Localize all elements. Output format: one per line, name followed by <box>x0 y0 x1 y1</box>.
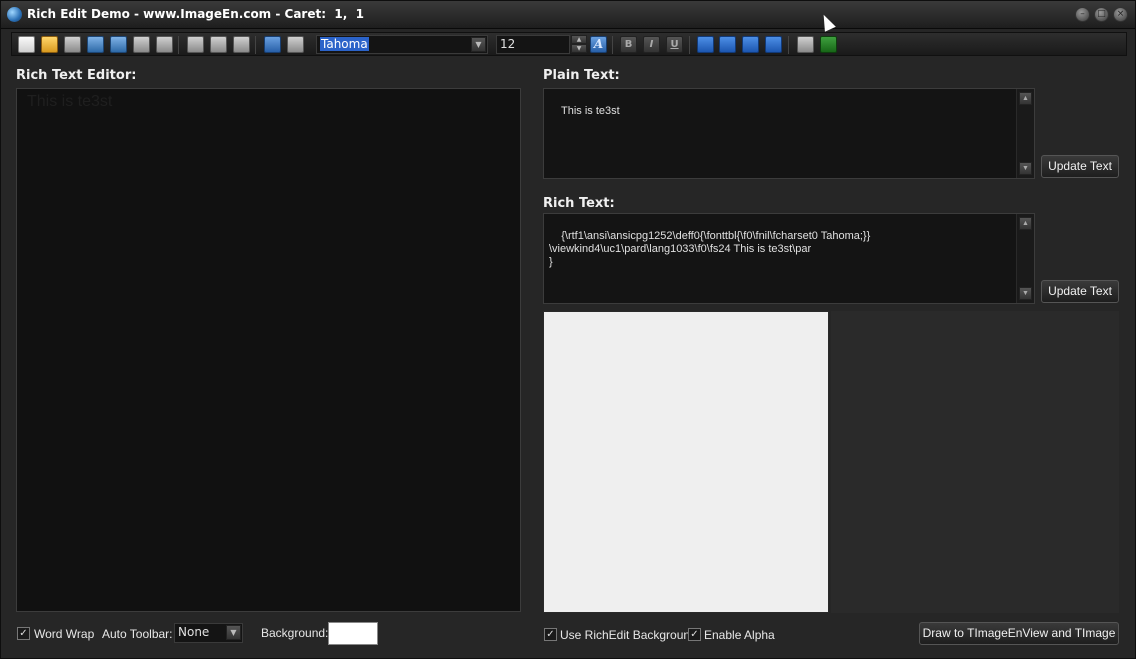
undo-icon[interactable] <box>264 36 281 53</box>
window-title: Rich Edit Demo - www.ImageEn.com - Caret… <box>27 7 364 21</box>
rich-text-memo[interactable]: {\rtf1\ansi\ansicpg1252\deff0{\fonttbl{\… <box>543 213 1035 304</box>
toolbar-separator <box>612 36 613 54</box>
font-name-value: Tahoma <box>320 37 369 51</box>
background-label: Background: <box>261 626 329 640</box>
enable-alpha-checkbox[interactable]: ✓ <box>688 628 701 641</box>
bullets-icon[interactable] <box>797 36 814 53</box>
underline-button[interactable]: U <box>666 36 683 53</box>
auto-toolbar-dropdown-icon[interactable]: ▼ <box>226 625 241 640</box>
word-wrap-label: Word Wrap <box>34 627 95 641</box>
open-folder-icon[interactable] <box>41 36 58 53</box>
enable-alpha-label: Enable Alpha <box>704 628 775 642</box>
word-wrap-checkbox[interactable]: ✓ <box>17 627 30 640</box>
font-name-dropdown-icon[interactable]: ▼ <box>471 37 486 52</box>
update-rich-text-button[interactable]: Update Text <box>1041 280 1119 303</box>
rich-text-content: {\rtf1\ansi\ansicpg1252\deff0{\fonttbl{\… <box>549 230 871 268</box>
editor-content: This is te3st <box>27 93 113 110</box>
app-globe-icon <box>7 7 22 22</box>
auto-toolbar-value: None <box>178 625 210 639</box>
auto-toolbar-label: Auto Toolbar: <box>102 627 173 641</box>
align-right-icon[interactable] <box>742 36 759 53</box>
align-left-icon[interactable] <box>697 36 714 53</box>
align-justify-icon[interactable] <box>765 36 782 53</box>
background-color-swatch[interactable] <box>328 622 378 645</box>
scroll-up-icon[interactable]: ▲ <box>1019 92 1032 105</box>
font-name-combo[interactable]: Tahoma ▼ <box>316 35 488 54</box>
scroll-up-icon[interactable]: ▲ <box>1019 217 1032 230</box>
maximize-button[interactable]: □ <box>1094 7 1109 22</box>
rich-text-editor[interactable]: This is te3st <box>16 88 521 612</box>
font-color-icon[interactable]: A <box>590 36 607 53</box>
font-size-spinner[interactable]: ▲ ▼ <box>571 35 587 54</box>
use-richedit-background-checkbox[interactable]: ✓ <box>544 628 557 641</box>
minimize-button[interactable]: – <box>1075 7 1090 22</box>
toolbar-separator <box>178 36 179 54</box>
spin-up-icon[interactable]: ▲ <box>571 35 587 44</box>
update-plain-text-button[interactable]: Update Text <box>1041 155 1119 178</box>
numbering-icon[interactable] <box>820 36 837 53</box>
refresh-icon[interactable] <box>133 36 150 53</box>
scroll-down-icon[interactable]: ▼ <box>1019 287 1032 300</box>
plain-text-scrollbar[interactable]: ▲ ▼ <box>1016 89 1034 178</box>
toolbar-separator <box>788 36 789 54</box>
font-size-field[interactable]: 12 <box>496 35 570 54</box>
spin-down-icon[interactable]: ▼ <box>571 44 587 53</box>
draw-to-imageenview-button[interactable]: Draw to TImageEnView and TImage <box>919 622 1119 645</box>
main-window: Rich Edit Demo - www.ImageEn.com - Caret… <box>0 0 1136 659</box>
plain-text-label: Plain Text: <box>543 68 620 83</box>
bold-button[interactable]: B <box>620 36 637 53</box>
title-bar[interactable]: Rich Edit Demo - www.ImageEn.com - Caret… <box>1 1 1135 29</box>
align-center-icon[interactable] <box>719 36 736 53</box>
toolbar-separator <box>255 36 256 54</box>
print-icon[interactable] <box>156 36 173 53</box>
toolbar-separator <box>689 36 690 54</box>
paste-icon[interactable] <box>233 36 250 53</box>
use-richedit-background-label: Use RichEdit Background <box>560 628 697 642</box>
cut-icon[interactable] <box>187 36 204 53</box>
rich-text-scrollbar[interactable]: ▲ ▼ <box>1016 214 1034 303</box>
reload-document-icon[interactable] <box>64 36 81 53</box>
image-preview <box>831 311 1119 613</box>
rich-text-editor-label: Rich Text Editor: <box>16 68 137 83</box>
plain-text-content: This is te3st <box>561 105 620 117</box>
save-as-icon[interactable] <box>110 36 127 53</box>
italic-button[interactable]: I <box>643 36 660 53</box>
new-document-icon[interactable] <box>18 36 35 53</box>
image-en-view[interactable] <box>543 311 829 613</box>
font-size-value: 12 <box>500 37 516 51</box>
rich-edit-toolbar: Tahoma ▼ 12 ▲ ▼ A B I U <box>11 32 1127 56</box>
auto-toolbar-select[interactable]: None ▼ <box>174 623 243 643</box>
close-button[interactable]: × <box>1113 7 1128 22</box>
scroll-down-icon[interactable]: ▼ <box>1019 162 1032 175</box>
save-icon[interactable] <box>87 36 104 53</box>
redo-icon[interactable] <box>287 36 304 53</box>
plain-text-memo[interactable]: This is te3st ▲ ▼ <box>543 88 1035 179</box>
rich-text-label: Rich Text: <box>543 196 615 211</box>
copy-icon[interactable] <box>210 36 227 53</box>
